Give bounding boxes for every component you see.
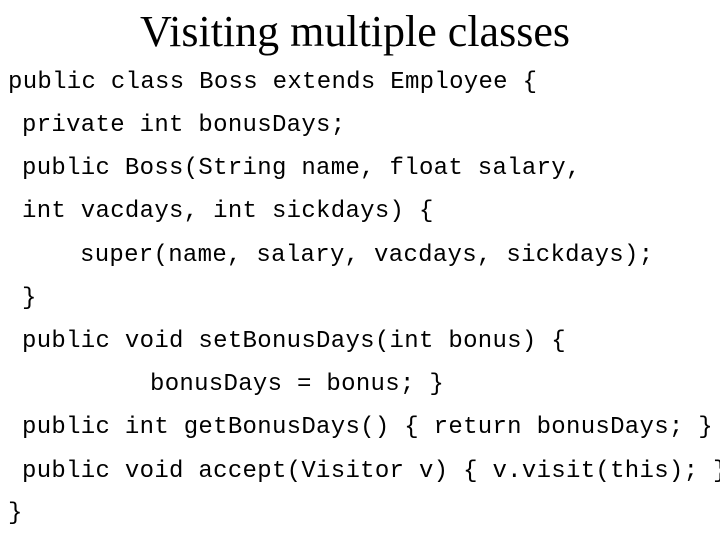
code-line: } [22,285,37,312]
code-line: int vacdays, int sickdays) { [22,198,434,225]
code-line: public int getBonusDays() { return bonus… [22,414,714,441]
code-line: public class Boss extends Employee { [8,69,538,96]
slide-title: Visiting multiple classes [140,7,570,56]
code-line: public Boss(String name, float salary, [22,155,581,182]
code-line: } [8,500,23,527]
code-line: public void setBonusDays(int bonus) { [22,328,566,355]
code-line: bonusDays = bonus; } [150,371,445,398]
code-line: super(name, salary, vacdays, sickdays); [80,242,654,269]
code-line: private int bonusDays; [22,112,346,139]
code-line: public void accept(Visitor v) { v.visit(… [22,458,720,485]
